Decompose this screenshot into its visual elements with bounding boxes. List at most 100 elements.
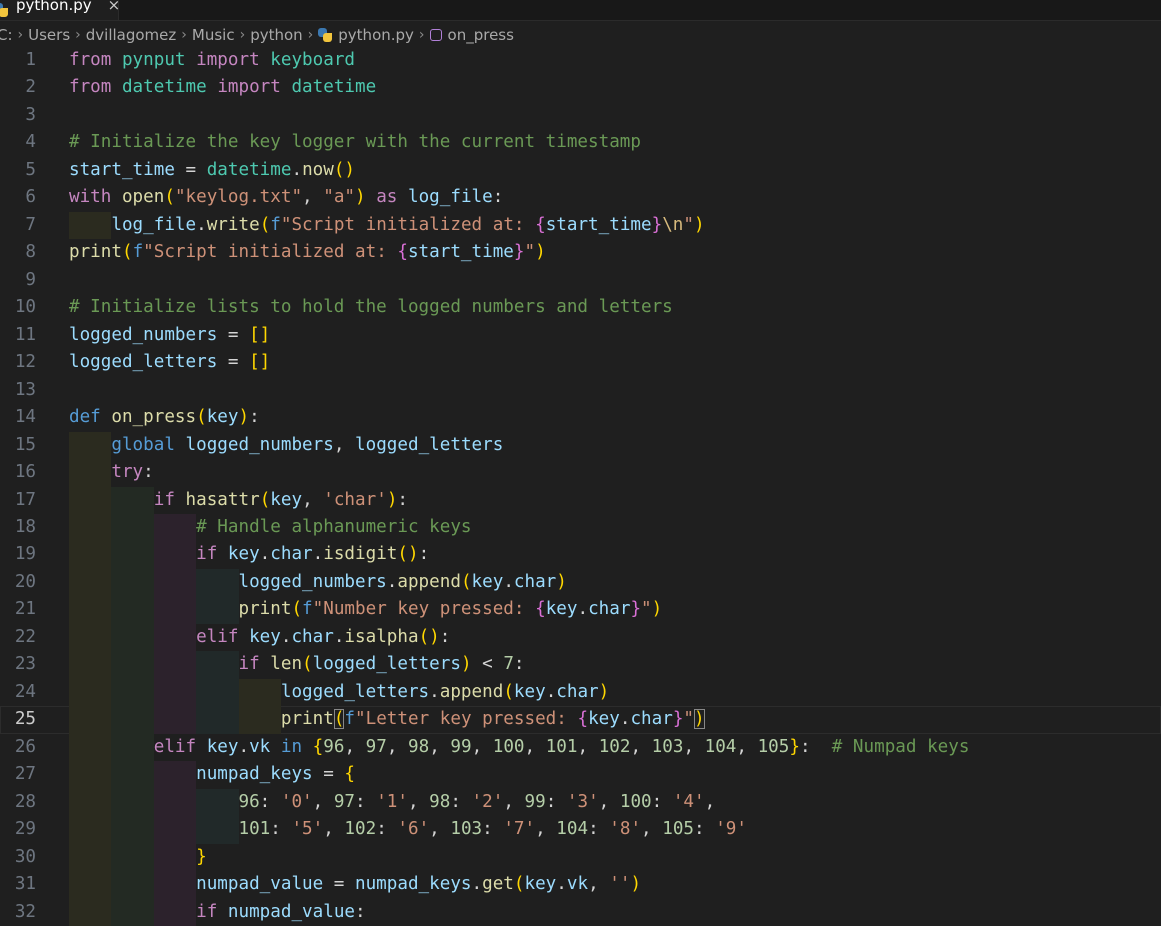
- code-token: }: [630, 599, 642, 620]
- breadcrumb-users[interactable]: Users: [28, 26, 70, 44]
- code-token: :: [799, 736, 832, 757]
- code-line[interactable]: 14 def on_press(key):: [0, 404, 1161, 431]
- code-token: pynput: [121, 50, 186, 70]
- code-token: :: [355, 901, 366, 922]
- line-number: 19: [14, 544, 36, 565]
- code-line[interactable]: 20 logged_numbers.append(key.char): [0, 568, 1161, 597]
- code-token: :: [439, 626, 451, 647]
- code-token: <: [471, 654, 504, 675]
- breadcrumb-music[interactable]: Music: [192, 26, 235, 44]
- code-editor[interactable]: 1 from pynput import keyboard 2 from dateti…: [0, 47, 1161, 926]
- code-line[interactable]: 26 elif key.vk in {96, 97, 98, 99, 100, …: [0, 733, 1161, 762]
- breadcrumb-symbol[interactable]: on_press: [448, 26, 514, 44]
- code-line[interactable]: 24 logged_letters.append(key.char): [0, 678, 1161, 707]
- code-token: ,: [524, 736, 546, 757]
- code-token: '3': [566, 791, 599, 812]
- breadcrumb-drive[interactable]: C:: [0, 26, 13, 44]
- code-line[interactable]: 13: [0, 377, 1161, 404]
- code-line[interactable]: 9: [0, 267, 1161, 294]
- code-line[interactable]: 7 log_file.write(f"Script initialized at…: [0, 211, 1161, 240]
- code-token: key: [227, 544, 260, 565]
- code-line[interactable]: 23 if len(logged_letters) < 7:: [0, 651, 1161, 679]
- code-token: key: [471, 571, 504, 592]
- code-line[interactable]: 5 start_time = datetime.now(): [0, 157, 1161, 184]
- code-token: with: [69, 187, 112, 208]
- line-number: 27: [14, 764, 36, 785]
- code-token: char: [270, 544, 313, 565]
- code-line[interactable]: 29 101: '5', 102: '6', 103: '7', 104: '8…: [0, 816, 1161, 844]
- code-token: {: [397, 242, 408, 263]
- code-token: if: [196, 544, 218, 565]
- code-line[interactable]: 28 96: '0', 97: '1', 98: '2', 99: '3', 1…: [0, 788, 1161, 817]
- code-line[interactable]: 12 logged_letters = []: [0, 349, 1161, 376]
- code-token: append: [439, 681, 504, 702]
- code-token: (: [503, 681, 514, 702]
- code-token: ): [694, 214, 705, 235]
- code-line[interactable]: 27 numpad_keys = {: [0, 761, 1161, 789]
- code-token: ): [355, 187, 366, 208]
- code-line[interactable]: 11 logged_numbers = []: [0, 322, 1161, 349]
- tab-python-py[interactable]: python.py ×: [0, 0, 121, 20]
- code-token: log_file: [407, 187, 493, 208]
- code-text: if key.char.isdigit():: [69, 541, 429, 568]
- code-line[interactable]: 32 if numpad_value:: [0, 898, 1161, 926]
- code-line[interactable]: 6 with open("keylog.txt", "a") as log_fil…: [0, 184, 1161, 211]
- code-line[interactable]: 15 global logged_numbers, logged_letters: [0, 431, 1161, 460]
- breadcrumb-file[interactable]: python.py: [338, 26, 414, 44]
- code-line[interactable]: 4 # Initialize the key logger with the cu…: [0, 129, 1161, 156]
- code-token: logged_numbers: [69, 324, 218, 345]
- breadcrumb-python-folder[interactable]: python: [250, 26, 302, 44]
- code-line[interactable]: 3: [0, 102, 1161, 129]
- code-token: global: [111, 434, 175, 455]
- chevron-right-icon: ›: [17, 27, 24, 43]
- code-token: start_time: [407, 242, 514, 263]
- code-line[interactable]: 21 print(f"Number key pressed: {key.char…: [0, 596, 1161, 624]
- code-token: '8': [609, 819, 642, 840]
- code-token: :: [588, 819, 610, 840]
- code-token: ,: [598, 791, 620, 812]
- code-line[interactable]: 2 from datetime import datetime: [0, 74, 1161, 101]
- code-token: 96: [238, 791, 260, 812]
- code-token: 98: [429, 791, 451, 812]
- chevron-right-icon: ›: [307, 27, 314, 43]
- close-tab-icon[interactable]: ×: [108, 0, 121, 14]
- code-token: logged_numbers: [185, 434, 334, 455]
- code-text: from pynput import keyboard: [69, 47, 355, 74]
- code-token: key: [249, 626, 281, 647]
- code-token: vk: [249, 736, 271, 757]
- code-token: '5': [291, 819, 324, 840]
- code-token: =: [323, 874, 355, 895]
- code-line[interactable]: 8 print(f"Script initialized at: {start_t…: [0, 239, 1161, 266]
- code-token: .: [312, 544, 324, 565]
- code-line[interactable]: 31 numpad_value = numpad_keys.get(key.vk…: [0, 871, 1161, 899]
- code-token: '7': [503, 819, 536, 840]
- code-token: }: [789, 736, 800, 757]
- breadcrumb-user[interactable]: dvillagomez: [86, 26, 177, 44]
- code-line[interactable]: 1 from pynput import keyboard: [0, 47, 1161, 74]
- code-line[interactable]: 18 # Handle alphanumeric keys: [0, 513, 1161, 542]
- code-token: now: [302, 159, 334, 180]
- code-line[interactable]: 17 if hasattr(key, 'char'):: [0, 486, 1161, 514]
- code-token: '': [609, 874, 631, 895]
- code-line[interactable]: 30 }: [0, 843, 1161, 872]
- code-line[interactable]: 25 print(f"Letter key pressed: {key.char…: [0, 706, 1161, 734]
- code-line[interactable]: 10 # Initialize lists to hold the logged …: [0, 294, 1161, 321]
- line-number: 18: [14, 516, 36, 537]
- code-line[interactable]: 22 elif key.char.isalpha():: [0, 623, 1161, 652]
- code-token: }: [513, 242, 525, 263]
- code-line[interactable]: 16 try:: [0, 459, 1161, 487]
- code-line[interactable]: 19 if key.char.isdigit():: [0, 541, 1161, 569]
- code-token: key: [270, 489, 303, 510]
- code-token: .: [619, 709, 631, 730]
- line-number: 11: [14, 324, 36, 345]
- line-number: 32: [14, 901, 36, 922]
- code-text: global logged_numbers, logged_letters: [69, 432, 503, 459]
